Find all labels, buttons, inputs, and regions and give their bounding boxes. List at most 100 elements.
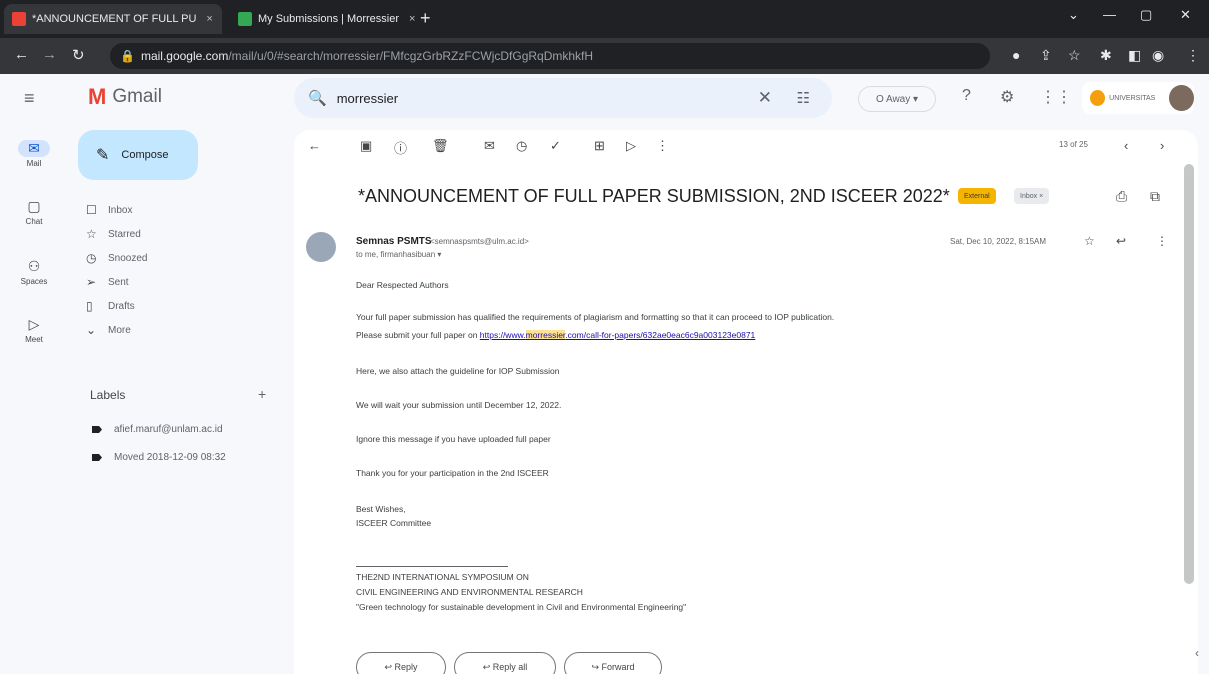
- email-line: Thank you for your participation in the …: [356, 468, 549, 478]
- email-signoff: ISCEER Committee: [356, 518, 432, 528]
- label-item[interactable]: afief.maruf@unlam.ac.id: [92, 424, 223, 435]
- apps-grid-icon[interactable]: ⋮⋮: [1040, 87, 1072, 107]
- nav-label: Starred: [108, 228, 141, 240]
- archive-icon[interactable]: ▣: [360, 138, 372, 154]
- rail-item-mail[interactable]: ✉ Mail: [0, 140, 68, 168]
- nav-label: Drafts: [108, 300, 135, 312]
- label-item[interactable]: Moved 2018-12-09 08:32: [92, 452, 226, 463]
- browser-toolbar: ← → ↻ 🔒 mail.google.com /mail/u/0/#searc…: [0, 38, 1209, 74]
- lock-icon: 🔒: [120, 49, 135, 63]
- sender-avatar[interactable]: [306, 232, 336, 262]
- delete-icon[interactable]: 🗑: [432, 138, 449, 154]
- reply-button[interactable]: ↩ Reply: [356, 652, 446, 674]
- compose-label: Compose: [121, 149, 169, 161]
- bookmark-star-icon[interactable]: ☆: [1068, 47, 1081, 64]
- reply-icon[interactable]: ↩: [1116, 234, 1126, 248]
- app-rail: ✉ Mail ▢ Chat ⚇ Spaces ▷ Meet: [0, 122, 68, 674]
- help-icon[interactable]: ?: [962, 87, 971, 105]
- email-date: Sat, Dec 10, 2022, 8:15AM: [950, 237, 1047, 246]
- rail-item-chat[interactable]: ▢ Chat: [0, 198, 68, 226]
- new-tab-icon[interactable]: +: [420, 8, 431, 29]
- pager-count: 13 of 25: [1059, 140, 1088, 149]
- sender-name[interactable]: Semnas PSMTS: [356, 236, 432, 247]
- search-input[interactable]: morressier: [337, 91, 398, 106]
- forward-icon[interactable]: →: [42, 46, 57, 63]
- nav-label: Sent: [108, 276, 129, 288]
- nav-item-starred[interactable]: ☆ Starred: [86, 224, 141, 244]
- rail-item-spaces[interactable]: ⚇ Spaces: [0, 258, 68, 286]
- submission-link[interactable]: https://www.morressier.com/call-for-pape…: [480, 330, 755, 340]
- nav-item-inbox[interactable]: ☐ Inbox: [86, 200, 132, 220]
- nav-item-sent[interactable]: ➢ Sent: [86, 272, 129, 292]
- snooze-icon[interactable]: ◷: [516, 138, 527, 154]
- recipients-dropdown[interactable]: to me, firmanhasibuan ▾: [356, 250, 441, 259]
- email-signoff: Best Wishes,: [356, 504, 406, 514]
- star-icon[interactable]: ☆: [1084, 234, 1095, 248]
- search-options-icon[interactable]: ☷: [797, 89, 810, 107]
- add-label-icon[interactable]: +: [258, 386, 266, 402]
- back-icon[interactable]: ←: [14, 46, 29, 63]
- report-spam-icon[interactable]: ⓘ: [394, 138, 407, 157]
- restore-icon[interactable]: ▢: [1140, 7, 1152, 23]
- extensions-icon[interactable]: ✱: [1100, 47, 1112, 64]
- newer-chevron-icon[interactable]: ‹: [1124, 138, 1128, 153]
- labels-heading: Labels: [90, 388, 126, 402]
- nav-item-more[interactable]: ⌄ More: [86, 320, 131, 340]
- avatar[interactable]: [1169, 85, 1194, 111]
- tab-title: My Submissions | Morressier: [258, 13, 399, 25]
- email-line: Your full paper submission has qualified…: [356, 312, 835, 322]
- more-options-icon[interactable]: ⋮: [1156, 234, 1168, 248]
- close-tab-icon[interactable]: ×: [409, 13, 415, 25]
- tab-search-icon[interactable]: ⌄: [1068, 7, 1079, 23]
- print-icon[interactable]: ⎙: [1116, 188, 1127, 205]
- status-dropdown[interactable]: O Away ▾: [858, 86, 936, 112]
- url-path: /mail/u/0/#search/morressier/FMfcgzGrbRZ…: [228, 49, 594, 63]
- browser-tab-strip: *ANNOUNCEMENT OF FULL PU × My Submission…: [0, 0, 1209, 38]
- side-panel-chevron-icon[interactable]: ‹: [1195, 646, 1199, 660]
- mark-unread-icon[interactable]: ✉: [484, 138, 495, 154]
- side-panel-icon[interactable]: ◧: [1128, 47, 1141, 64]
- email-scrollbar[interactable]: [1184, 164, 1194, 584]
- profile-icon[interactable]: ◉: [1152, 47, 1164, 64]
- nav-item-drafts[interactable]: ▯ Drafts: [86, 296, 135, 316]
- rail-item-meet[interactable]: ▷ Meet: [0, 316, 68, 344]
- settings-gear-icon[interactable]: ⚙: [1000, 87, 1014, 107]
- gmail-m-icon: M: [88, 84, 107, 109]
- label-tag-icon: [92, 454, 102, 461]
- minimize-icon[interactable]: —: [1103, 7, 1116, 22]
- more-actions-icon[interactable]: ⋮: [656, 138, 669, 154]
- share-icon[interactable]: ⇪: [1040, 47, 1052, 64]
- clear-search-icon[interactable]: ✕: [758, 88, 772, 108]
- open-new-window-icon[interactable]: ⧉: [1150, 188, 1160, 205]
- browser-tab-morressier[interactable]: My Submissions | Morressier ×: [230, 4, 416, 34]
- chevron-down-icon: ⌄: [86, 323, 97, 337]
- nav-label: More: [108, 324, 131, 336]
- account-switcher[interactable]: UNIVERSITAS: [1082, 82, 1194, 114]
- close-tab-icon[interactable]: ×: [206, 13, 212, 25]
- rail-label: Chat: [25, 217, 43, 226]
- external-badge: External: [958, 188, 996, 204]
- search-bar[interactable]: 🔍 morressier ✕ ☷: [294, 78, 832, 118]
- address-bar[interactable]: 🔒 mail.google.com /mail/u/0/#search/morr…: [110, 43, 990, 69]
- forward-button[interactable]: ↪ Forward: [564, 652, 662, 674]
- reply-all-button[interactable]: ↩ Reply all: [454, 652, 556, 674]
- inbox-label-chip[interactable]: Inbox ×: [1014, 188, 1050, 204]
- gmail-logo[interactable]: M Gmail: [88, 84, 162, 110]
- signature-line: "Green technology for sustainable develo…: [356, 602, 687, 612]
- browser-tab-gmail[interactable]: *ANNOUNCEMENT OF FULL PU ×: [4, 4, 222, 34]
- main-menu-icon[interactable]: ≡: [24, 88, 35, 109]
- older-chevron-icon[interactable]: ›: [1160, 138, 1164, 153]
- close-window-icon[interactable]: ✕: [1180, 7, 1191, 23]
- tab-title: *ANNOUNCEMENT OF FULL PU: [32, 13, 197, 25]
- back-to-list-icon[interactable]: ←: [308, 138, 321, 153]
- nav-item-snoozed[interactable]: ◷ Snoozed: [86, 248, 147, 268]
- move-to-icon[interactable]: ⊞: [594, 138, 605, 154]
- label-icon[interactable]: ▷: [626, 138, 636, 154]
- add-task-icon[interactable]: ✓: [550, 138, 561, 154]
- compose-button[interactable]: ✎ Compose: [78, 130, 198, 180]
- signature-line: THE2ND INTERNATIONAL SYMPOSIUM ON: [356, 572, 529, 582]
- search-icon[interactable]: 🔍: [308, 89, 327, 107]
- location-icon[interactable]: ●: [1012, 47, 1020, 63]
- chrome-menu-icon[interactable]: ⋮: [1186, 47, 1200, 64]
- reload-icon[interactable]: ↻: [72, 46, 85, 64]
